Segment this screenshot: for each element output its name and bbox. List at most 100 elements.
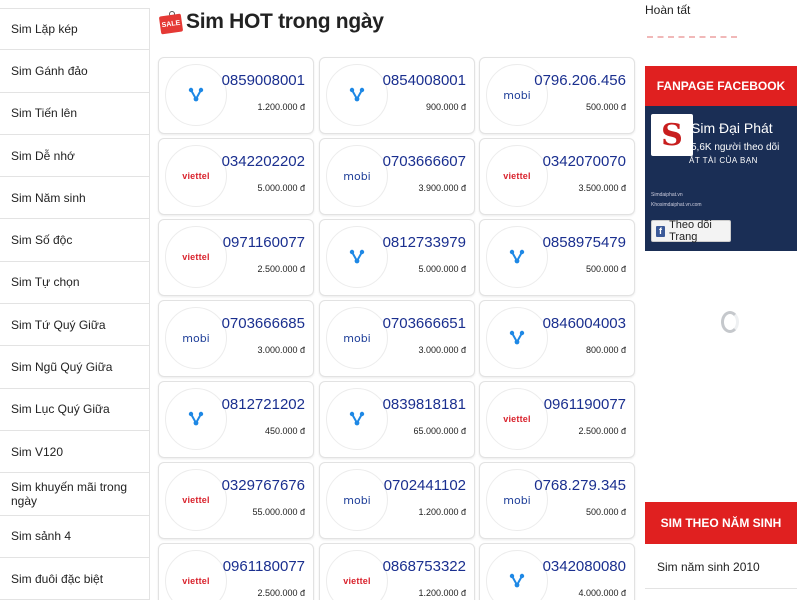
viettel-logo-icon: viettel — [486, 388, 548, 450]
sidebar-item[interactable]: Sim Ngũ Quý Giữa — [0, 346, 149, 389]
viettel-logo-icon: viettel — [165, 469, 227, 531]
page-website-text: Simdaiphat.vn — [651, 192, 683, 198]
sim-number[interactable]: 0854008001 — [383, 72, 466, 89]
sim-card[interactable]: viettel 0961180077 2.500.000 đ — [158, 543, 314, 600]
loading-spinner-icon — [721, 311, 739, 333]
sim-number[interactable]: 0703666651 — [383, 315, 466, 332]
sim-card[interactable]: viettel 0342202202 5.000.000 đ — [158, 138, 314, 215]
viettel-logo-icon: viettel — [486, 145, 548, 207]
fanpage-header: FANPAGE FACEBOOK — [645, 66, 797, 106]
facebook-page-widget[interactable]: S Sim Đại Phát 5,6K người theo dõi ĂT TÀ… — [645, 106, 797, 251]
mobifone-logo-icon: mobi — [326, 145, 388, 207]
sim-price: 900.000 đ — [425, 102, 466, 112]
sim-price: 5.000.000 đ — [257, 183, 305, 193]
sim-card[interactable]: mobi 0796.206.456 500.000 đ — [479, 57, 635, 134]
sim-number[interactable]: 0812721202 — [222, 396, 305, 413]
sim-card[interactable]: 0858975479 500.000 đ — [479, 219, 635, 296]
sim-card[interactable]: 0846004003 800.000 đ — [479, 300, 635, 377]
sim-number[interactable]: 0342070070 — [543, 153, 626, 170]
sidebar-item[interactable]: Sim khuyến mãi trong ngày — [0, 473, 149, 516]
sim-card[interactable]: 0859008001 1.200.000 đ — [158, 57, 314, 134]
sim-price: 5.000.000 đ — [418, 264, 466, 274]
sim-card[interactable]: mobi 0702441102 1.200.000 đ — [319, 462, 475, 539]
category-sidebar: Sim Lặp kép Sim Gánh đảo Sim Tiến lên Sim D… — [0, 8, 150, 600]
vinaphone-logo-icon — [486, 307, 548, 369]
sidebar-item[interactable]: Sim V120 — [0, 430, 149, 474]
sim-card[interactable]: viettel 0961190077 2.500.000 đ — [479, 381, 635, 458]
status-text: Hoàn tất — [645, 3, 691, 17]
page-slogan: ĂT TÀI CỦA BẠN — [689, 156, 758, 165]
sidebar-item[interactable]: Sim Số độc — [0, 219, 149, 262]
viettel-logo-icon: viettel — [326, 550, 388, 600]
mobifone-logo-icon: mobi — [326, 307, 388, 369]
sidebar-item[interactable]: Sim Tứ Quý Giữa — [0, 304, 149, 347]
sim-number[interactable]: 0796.206.456 — [534, 72, 626, 89]
viettel-logo-icon: viettel — [165, 145, 227, 207]
sim-price: 500.000 đ — [585, 507, 626, 517]
sim-number[interactable]: 0846004003 — [543, 315, 626, 332]
sidebar-item[interactable]: Sim Lặp kép — [0, 8, 149, 51]
sim-card[interactable]: mobi 0768.279.345 500.000 đ — [479, 462, 635, 539]
sim-by-year-header: SIM THEO NĂM SINH — [645, 502, 797, 544]
sidebar-item[interactable]: Sim Gánh đảo — [0, 50, 149, 93]
sim-number[interactable]: 0342202202 — [222, 153, 305, 170]
sim-card[interactable]: 0812733979 5.000.000 đ — [319, 219, 475, 296]
sidebar-item[interactable]: Sim Năm sinh — [0, 177, 149, 220]
sim-number[interactable]: 0702441102 — [384, 477, 466, 494]
sidebar-item[interactable]: Sim sảnh 4 — [0, 515, 149, 558]
sim-number[interactable]: 0329767676 — [222, 477, 305, 494]
page-logo: S — [651, 114, 693, 156]
sidebar-item[interactable]: Sim Dễ nhớ — [0, 134, 149, 178]
sim-number[interactable]: 0703666685 — [222, 315, 305, 332]
sim-price: 3.000.000 đ — [418, 345, 466, 355]
sim-card[interactable]: viettel 0971160077 2.500.000 đ — [158, 219, 314, 296]
vinaphone-logo-icon — [486, 550, 548, 600]
vinaphone-logo-icon — [486, 226, 548, 288]
sim-price: 1.200.000 đ — [418, 507, 466, 517]
sim-number[interactable]: 0812733979 — [383, 234, 466, 251]
sidebar-item[interactable]: Sim Lục Quý Giữa — [0, 388, 149, 431]
sim-price: 2.500.000 đ — [578, 426, 626, 436]
sim-price: 1.200.000 đ — [418, 588, 466, 598]
sidebar-item[interactable]: Sim Tự chọn — [0, 261, 149, 305]
follow-page-button[interactable]: f Theo dõi Trang — [651, 219, 731, 243]
sim-price: 2.500.000 đ — [257, 264, 305, 274]
sim-card[interactable]: 0812721202 450.000 đ — [158, 381, 314, 458]
sim-card[interactable]: viettel 0868753322 1.200.000 đ — [319, 543, 475, 600]
sim-number[interactable]: 0971160077 — [223, 234, 305, 251]
follower-count: 5,6K người theo dõi — [691, 142, 780, 153]
sim-card[interactable]: 0854008001 900.000 đ — [319, 57, 475, 134]
sim-number[interactable]: 0768.279.345 — [534, 477, 626, 494]
viettel-logo-icon: viettel — [165, 550, 227, 600]
sim-year-item[interactable]: Sim năm sinh 2010 — [645, 545, 797, 589]
section-header: SALE Sim HOT trong ngày — [158, 8, 384, 36]
sim-price: 3.900.000 đ — [418, 183, 466, 193]
sim-price: 4.000.000 đ — [578, 588, 626, 598]
sim-card[interactable]: mobi 0703666607 3.900.000 đ — [319, 138, 475, 215]
mobifone-logo-icon: mobi — [165, 307, 227, 369]
sim-number[interactable]: 0961190077 — [544, 396, 626, 413]
sidebar-item[interactable]: Sim đuôi đặc biệt — [0, 557, 149, 600]
sim-number[interactable]: 0839818181 — [383, 396, 466, 413]
sim-card[interactable]: mobi 0703666685 3.000.000 đ — [158, 300, 314, 377]
page-name[interactable]: Sim Đại Phát — [691, 120, 773, 136]
sim-number[interactable]: 0859008001 — [222, 72, 305, 89]
sim-price: 55.000.000 đ — [252, 507, 305, 517]
page-email-text: Khosimdaiphat.vn.com — [651, 202, 702, 208]
sim-number[interactable]: 0342080080 — [543, 558, 626, 575]
sim-card[interactable]: viettel 0342070070 3.500.000 đ — [479, 138, 635, 215]
sim-card[interactable]: 0342080080 4.000.000 đ — [479, 543, 635, 600]
mobifone-logo-icon: mobi — [326, 469, 388, 531]
sim-number[interactable]: 0703666607 — [383, 153, 466, 170]
sim-number[interactable]: 0858975479 — [543, 234, 626, 251]
sim-card[interactable]: viettel 0329767676 55.000.000 đ — [158, 462, 314, 539]
sidebar-item[interactable]: Sim Tiến lên — [0, 92, 149, 135]
vinaphone-logo-icon — [326, 64, 388, 126]
sim-number[interactable]: 0868753322 — [383, 558, 466, 575]
vinaphone-logo-icon — [326, 226, 388, 288]
sale-tag-icon: SALE — [158, 11, 184, 35]
sim-number[interactable]: 0961180077 — [223, 558, 305, 575]
sim-card[interactable]: mobi 0703666651 3.000.000 đ — [319, 300, 475, 377]
vinaphone-logo-icon — [326, 388, 388, 450]
sim-card[interactable]: 0839818181 65.000.000 đ — [319, 381, 475, 458]
